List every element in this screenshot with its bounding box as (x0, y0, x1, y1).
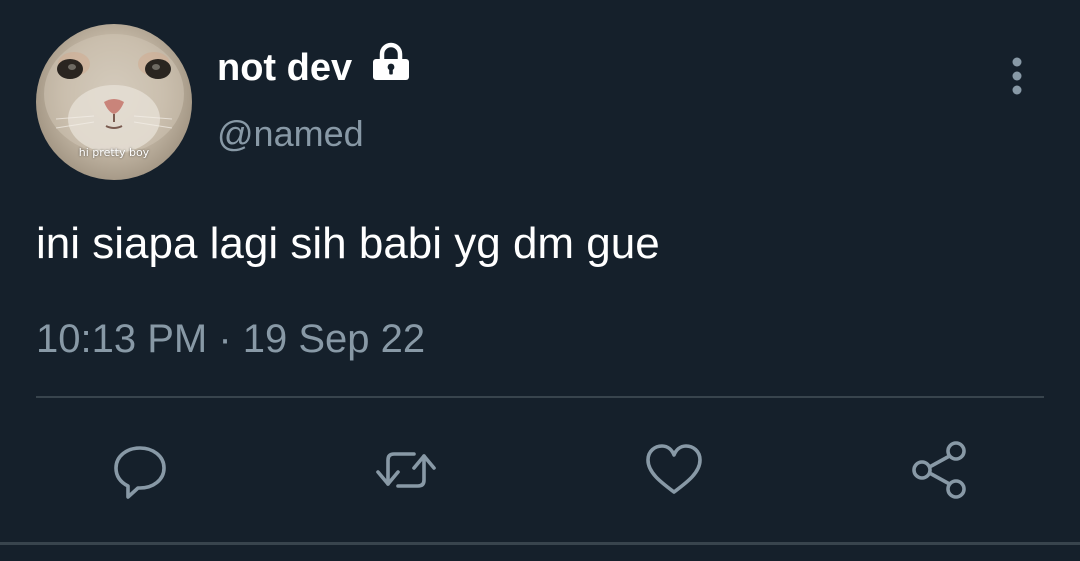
reply-icon (114, 446, 166, 499)
divider (36, 396, 1044, 398)
avatar-caption: hi pretty boy (78, 146, 150, 159)
retweet-icon (376, 452, 436, 488)
more-options-button[interactable] (1000, 52, 1034, 100)
tweet-text: ini siapa lagi sih babi yg dm gue (36, 219, 660, 268)
lock-icon (370, 40, 412, 82)
reply-button[interactable] (108, 438, 172, 502)
more-vertical-icon (1012, 57, 1022, 95)
retweet-button[interactable] (374, 438, 438, 502)
user-handle[interactable]: @named (217, 112, 364, 156)
tweet-timestamp[interactable]: 10:13 PM · 19 Sep 22 (36, 314, 425, 364)
share-button[interactable] (908, 438, 972, 502)
share-icon (912, 441, 966, 499)
avatar[interactable]: hi pretty boy (36, 24, 192, 180)
display-name[interactable]: not dev (217, 46, 352, 90)
heart-icon (646, 444, 702, 494)
bottom-divider (0, 542, 1080, 545)
like-button[interactable] (642, 438, 706, 502)
